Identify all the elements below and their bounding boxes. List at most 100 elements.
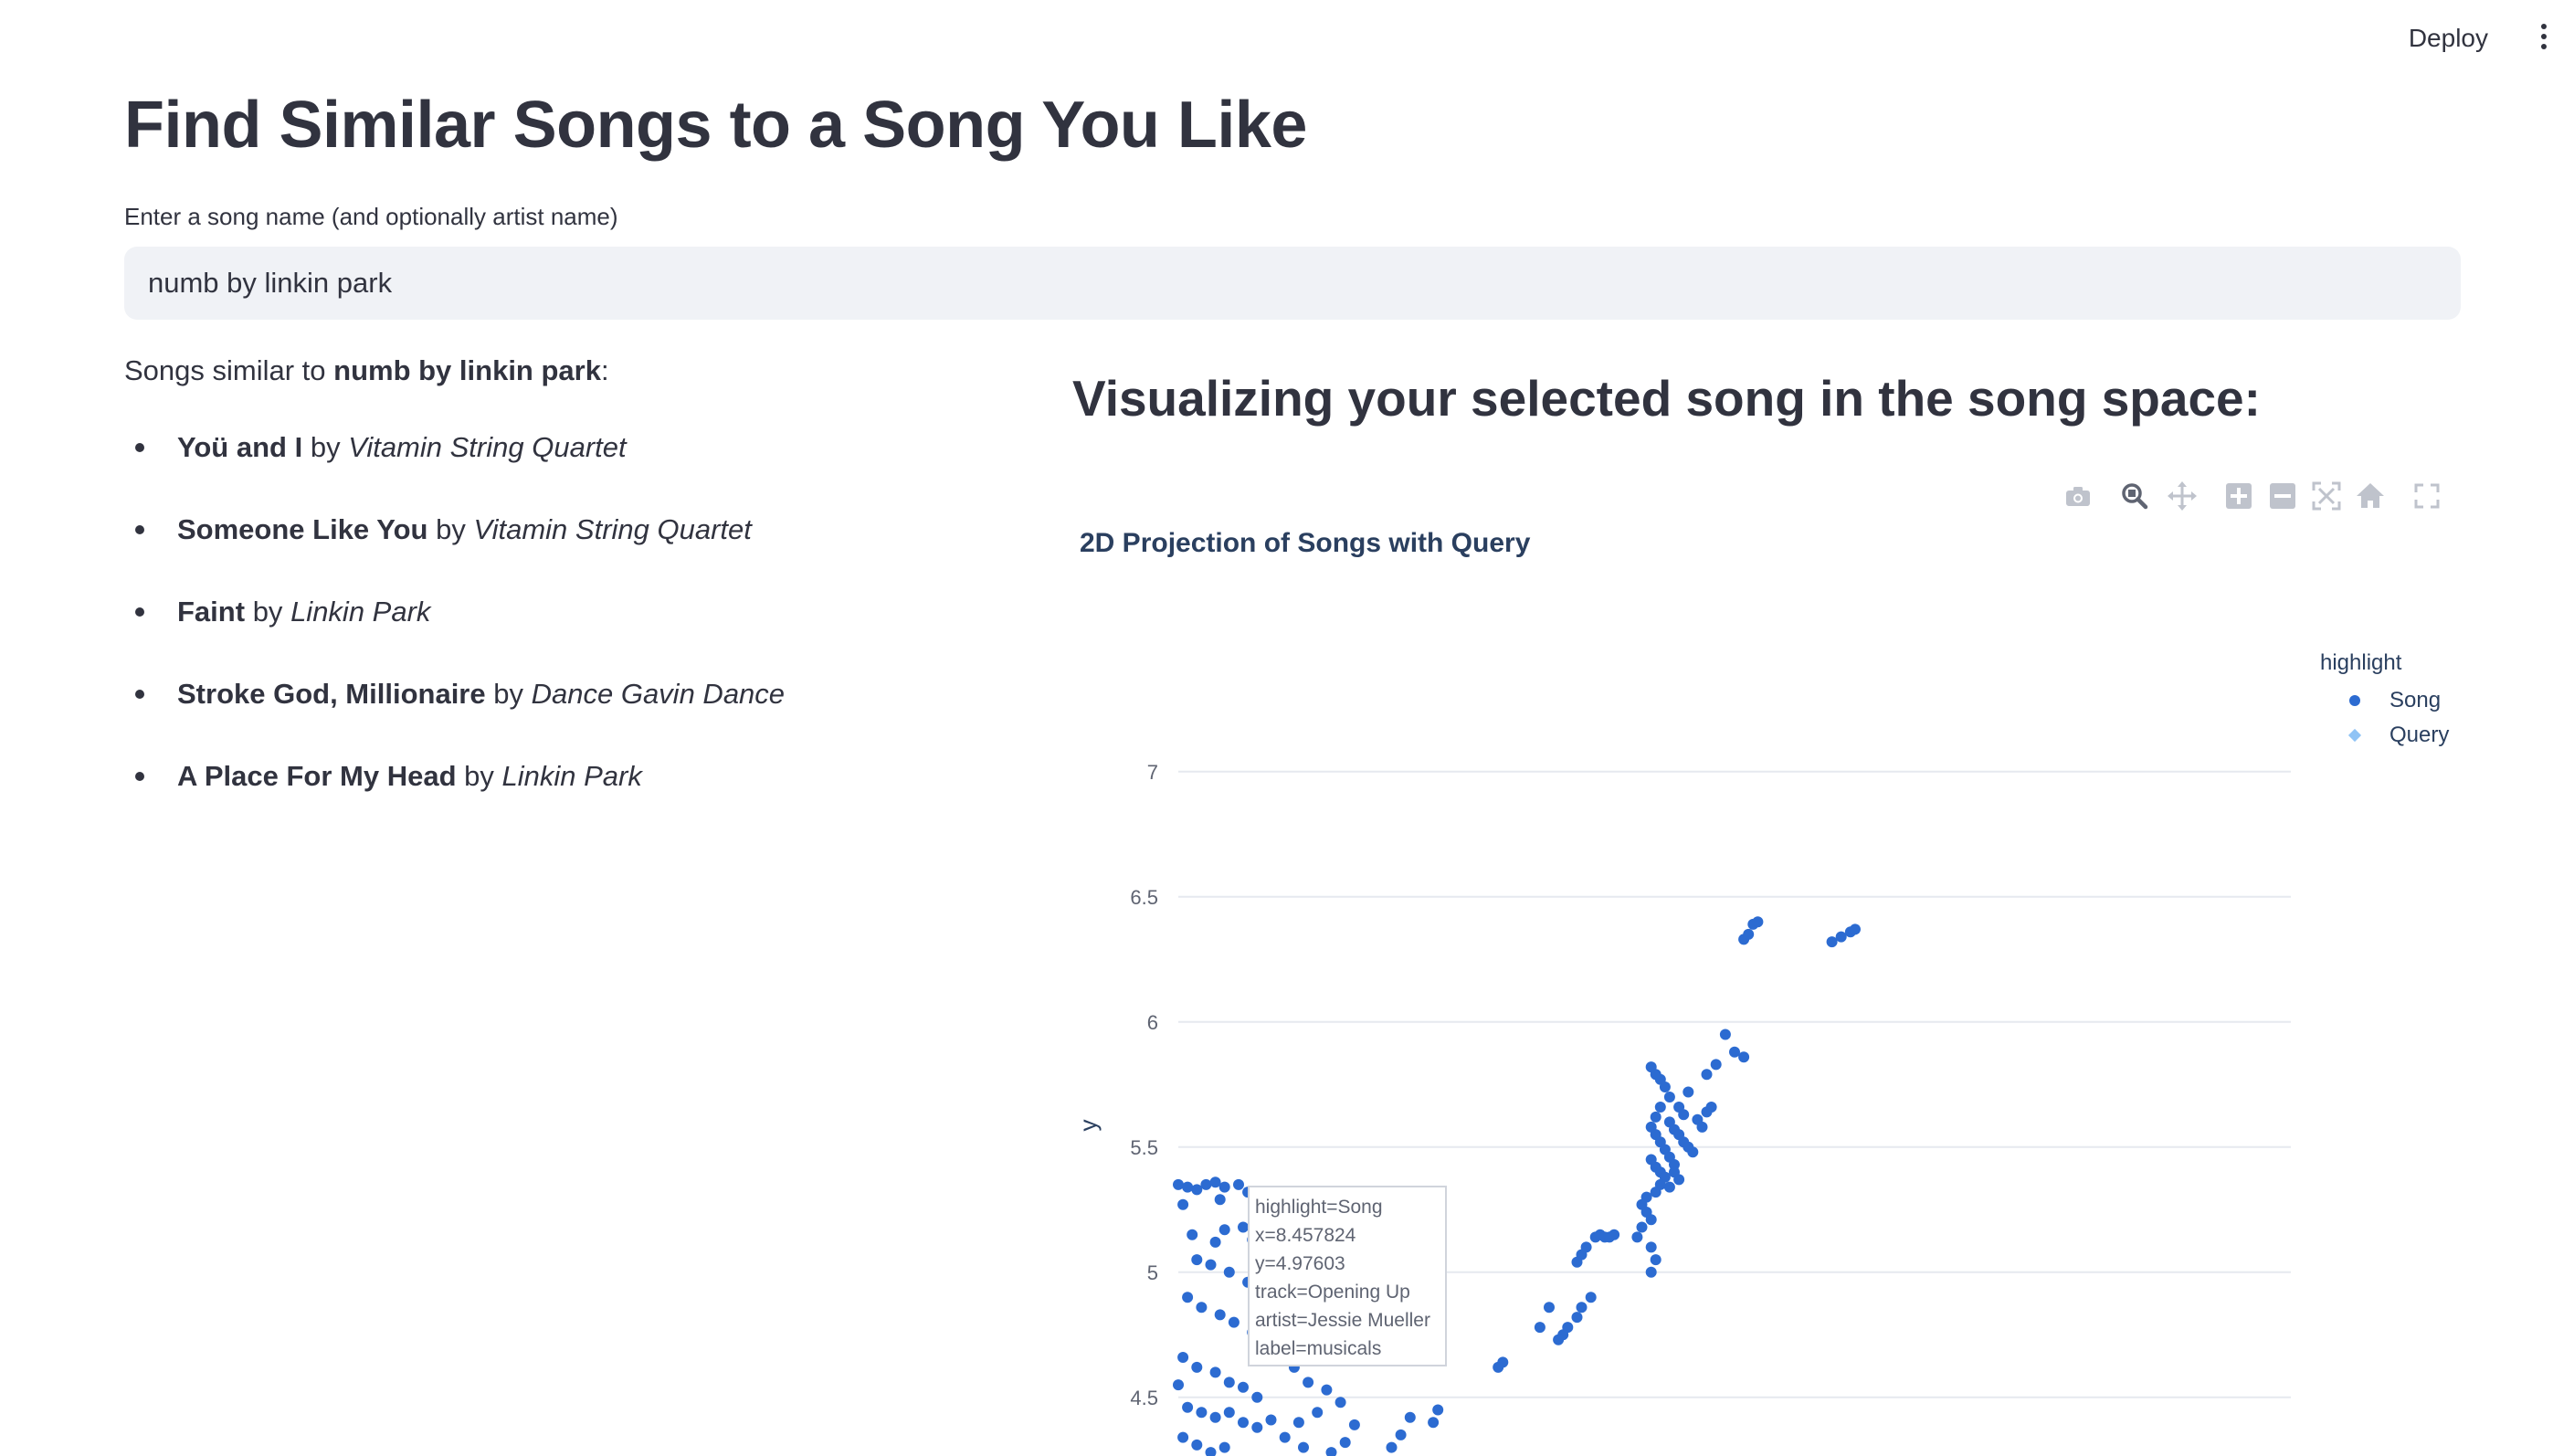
data-point[interactable]: [1177, 1352, 1189, 1363]
data-point[interactable]: [1609, 1229, 1620, 1240]
data-point[interactable]: [1432, 1404, 1444, 1416]
data-point[interactable]: [1553, 1334, 1565, 1345]
data-point[interactable]: [1191, 1184, 1203, 1196]
data-point[interactable]: [1544, 1302, 1555, 1314]
data-point[interactable]: [1209, 1411, 1221, 1423]
data-point[interactable]: [1687, 1146, 1699, 1158]
legend-item-song[interactable]: Song: [2320, 683, 2449, 718]
data-point[interactable]: [1705, 1102, 1717, 1113]
data-point[interactable]: [1835, 931, 1847, 943]
data-point[interactable]: [1645, 1214, 1657, 1226]
data-point[interactable]: [1645, 1241, 1657, 1253]
data-point[interactable]: [1701, 1069, 1713, 1081]
data-point[interactable]: [1191, 1439, 1203, 1451]
song-search-input[interactable]: [124, 247, 2461, 320]
data-point[interactable]: [1659, 1081, 1671, 1092]
data-point[interactable]: [1645, 1266, 1657, 1278]
data-point[interactable]: [1650, 1187, 1661, 1198]
data-point[interactable]: [1850, 923, 1861, 935]
data-point[interactable]: [1348, 1419, 1360, 1430]
data-point[interactable]: [1585, 1292, 1597, 1303]
data-point[interactable]: [1182, 1401, 1194, 1413]
data-point[interactable]: [1200, 1178, 1212, 1190]
data-point[interactable]: [1214, 1309, 1226, 1321]
data-point[interactable]: [1196, 1302, 1208, 1314]
reset-axes-icon[interactable]: [2355, 480, 2386, 512]
camera-icon[interactable]: [2062, 480, 2094, 512]
data-point[interactable]: [1292, 1417, 1304, 1429]
data-point[interactable]: [1321, 1384, 1333, 1396]
data-point[interactable]: [1173, 1379, 1184, 1391]
zoom-out-icon[interactable]: [2267, 480, 2298, 512]
data-point[interactable]: [1663, 1092, 1675, 1103]
data-point[interactable]: [1395, 1429, 1407, 1440]
data-point[interactable]: [1214, 1194, 1226, 1206]
data-point[interactable]: [1279, 1431, 1291, 1443]
autoscale-icon[interactable]: [2311, 480, 2342, 512]
data-point[interactable]: [1650, 1254, 1661, 1266]
data-point[interactable]: [1191, 1254, 1203, 1266]
data-point[interactable]: [1191, 1361, 1203, 1373]
data-point[interactable]: [1576, 1302, 1588, 1314]
data-point[interactable]: [1743, 928, 1755, 940]
data-point[interactable]: [1209, 1236, 1221, 1248]
data-point[interactable]: [1303, 1377, 1314, 1388]
data-point[interactable]: [1493, 1361, 1504, 1373]
data-point[interactable]: [1233, 1178, 1244, 1190]
data-point[interactable]: [1325, 1447, 1337, 1456]
legend-item-query[interactable]: Query: [2320, 718, 2449, 753]
data-point[interactable]: [1173, 1178, 1184, 1190]
data-point[interactable]: [1663, 1181, 1675, 1193]
main-menu-icon[interactable]: [2537, 24, 2550, 53]
data-point[interactable]: [1571, 1256, 1583, 1268]
data-point[interactable]: [1182, 1292, 1194, 1303]
data-point[interactable]: [1182, 1181, 1194, 1193]
data-point[interactable]: [1218, 1441, 1230, 1453]
data-point[interactable]: [1205, 1259, 1217, 1271]
data-point[interactable]: [1534, 1322, 1545, 1334]
data-point[interactable]: [1265, 1414, 1277, 1426]
data-point[interactable]: [1636, 1221, 1648, 1233]
data-point[interactable]: [1673, 1174, 1685, 1186]
data-point[interactable]: [1177, 1198, 1189, 1210]
data-point[interactable]: [1223, 1407, 1235, 1419]
data-point[interactable]: [1209, 1176, 1221, 1188]
data-point[interactable]: [1209, 1366, 1221, 1378]
data-point[interactable]: [1738, 1051, 1750, 1063]
data-point[interactable]: [1654, 1102, 1666, 1113]
data-point[interactable]: [1428, 1417, 1440, 1429]
data-point[interactable]: [1177, 1431, 1189, 1443]
data-point[interactable]: [1334, 1397, 1346, 1409]
data-point[interactable]: [1826, 936, 1838, 948]
data-point[interactable]: [1650, 1111, 1661, 1123]
data-point[interactable]: [1228, 1316, 1240, 1328]
data-point[interactable]: [1312, 1407, 1324, 1419]
data-point[interactable]: [1205, 1447, 1217, 1456]
data-point[interactable]: [1631, 1231, 1643, 1243]
data-point[interactable]: [1386, 1441, 1398, 1453]
data-point[interactable]: [1729, 1046, 1740, 1058]
data-point[interactable]: [1678, 1109, 1690, 1121]
data-point[interactable]: [1218, 1181, 1230, 1193]
data-point[interactable]: [1187, 1229, 1198, 1240]
data-point[interactable]: [1571, 1312, 1583, 1324]
data-point[interactable]: [1710, 1059, 1722, 1071]
data-point[interactable]: [1683, 1086, 1694, 1098]
deploy-button[interactable]: Deploy: [2398, 20, 2499, 57]
data-point[interactable]: [1251, 1391, 1263, 1403]
data-point[interactable]: [1404, 1411, 1416, 1423]
data-point[interactable]: [1696, 1121, 1708, 1133]
data-point[interactable]: [1238, 1381, 1249, 1393]
fullscreen-icon[interactable]: [2411, 480, 2442, 512]
data-point[interactable]: [1218, 1224, 1230, 1236]
data-point[interactable]: [1223, 1266, 1235, 1278]
data-point[interactable]: [1251, 1421, 1263, 1433]
data-point[interactable]: [1719, 1029, 1731, 1040]
data-point[interactable]: [1298, 1441, 1309, 1453]
data-point[interactable]: [1339, 1437, 1351, 1449]
zoom-in-icon[interactable]: [2223, 480, 2254, 512]
data-point[interactable]: [1238, 1417, 1249, 1429]
data-point[interactable]: [1223, 1377, 1235, 1388]
data-point[interactable]: [1752, 916, 1764, 928]
zoom-icon[interactable]: [2119, 480, 2150, 512]
